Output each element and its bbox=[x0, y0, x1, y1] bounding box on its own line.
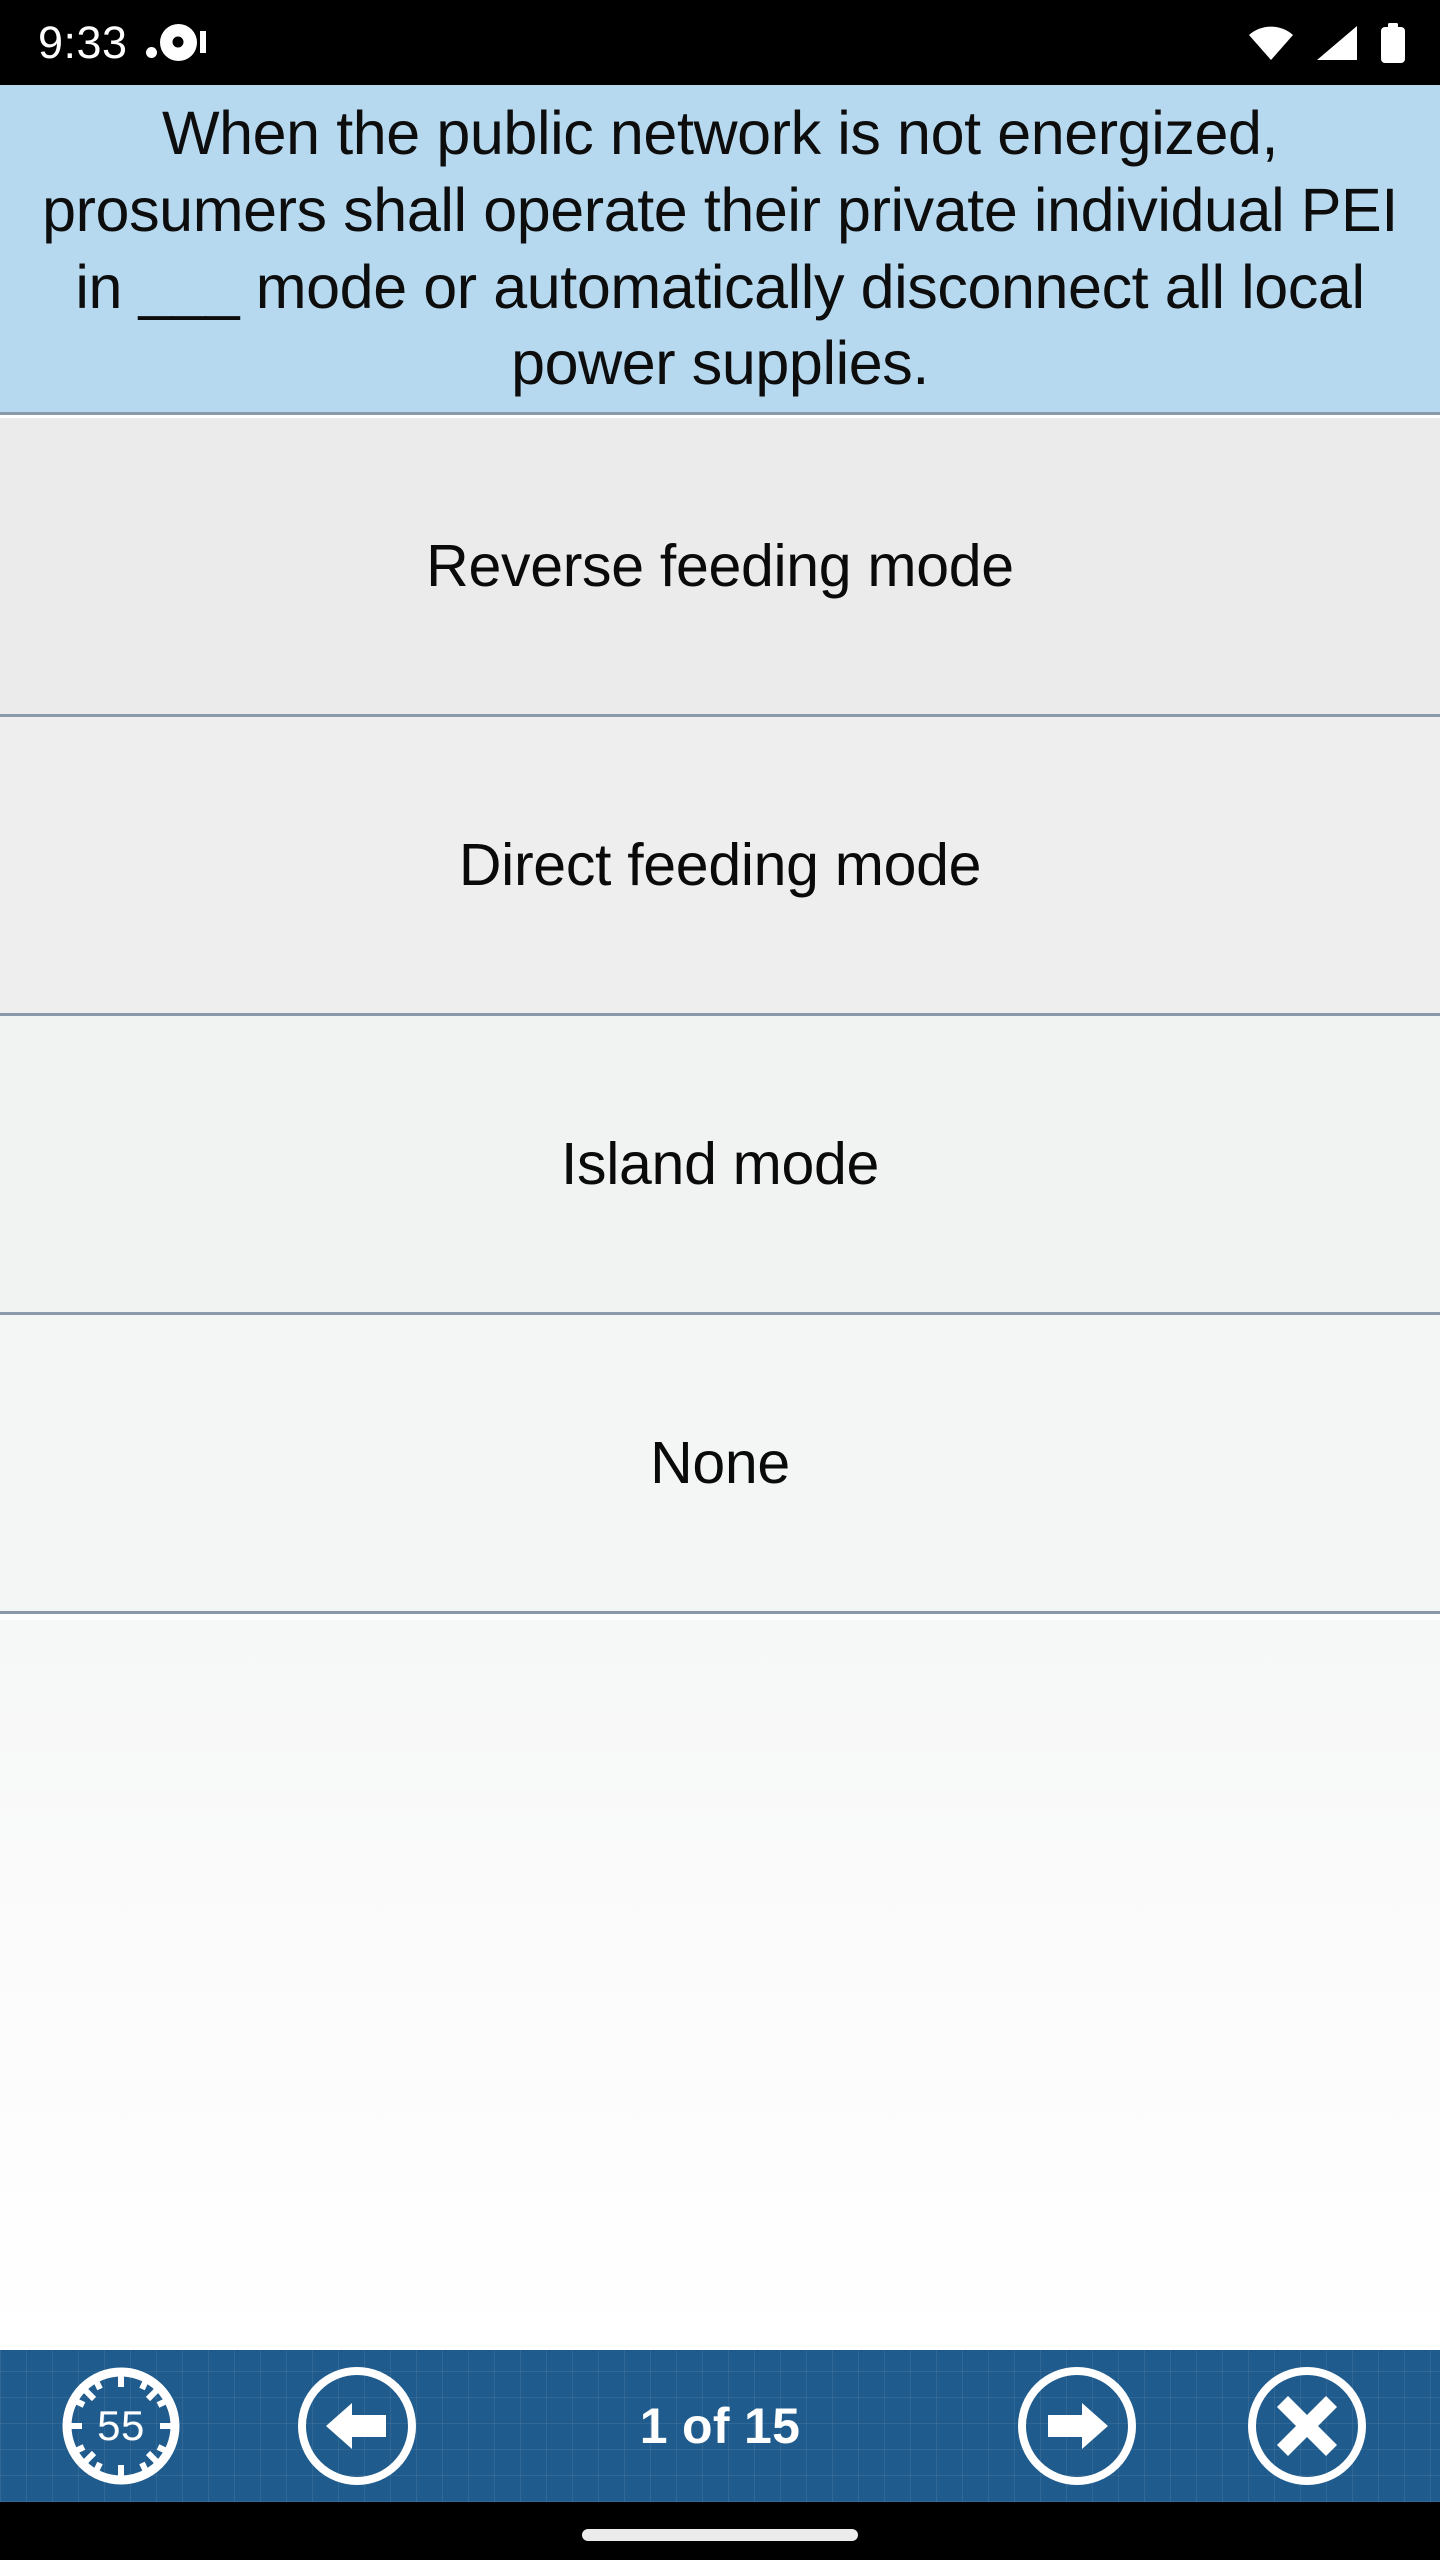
answer-options-list: Reverse feeding mode Direct feeding mode… bbox=[0, 418, 1440, 1614]
cellular-signal-icon bbox=[1316, 25, 1358, 60]
close-x-icon bbox=[1248, 2367, 1366, 2485]
status-bar-right bbox=[1248, 22, 1406, 63]
status-bar-left: 9:33 bbox=[38, 20, 206, 65]
timer-button[interactable]: 55 bbox=[56, 2361, 186, 2491]
answer-option-label: None bbox=[650, 1430, 790, 1496]
previous-arrow-icon bbox=[298, 2367, 416, 2485]
wifi-icon bbox=[1248, 26, 1294, 60]
clock-time: 9:33 bbox=[38, 17, 128, 68]
previous-question-button[interactable] bbox=[294, 2363, 420, 2489]
phone-screen: 9:33 When the public network is not ener… bbox=[0, 0, 1440, 2560]
answer-option-label: Reverse feeding mode bbox=[426, 533, 1014, 599]
answer-option-1[interactable]: Reverse feeding mode bbox=[0, 418, 1440, 717]
question-banner: When the public network is not energized… bbox=[0, 85, 1440, 415]
dot-icon bbox=[145, 46, 157, 58]
answer-option-3[interactable]: Island mode bbox=[0, 1016, 1440, 1315]
status-bar: 9:33 bbox=[0, 0, 1440, 85]
battery-full-icon bbox=[1380, 22, 1406, 63]
exclamation-icon bbox=[199, 30, 206, 53]
timer-value: 55 bbox=[97, 2402, 145, 2449]
empty-content-area bbox=[0, 1620, 1440, 2350]
question-counter-text: 1 of 15 bbox=[639, 2398, 801, 2454]
answer-option-label: Island mode bbox=[560, 1131, 880, 1197]
next-arrow-icon bbox=[1018, 2367, 1136, 2485]
record-circle-icon bbox=[159, 23, 197, 61]
answer-option-2[interactable]: Direct feeding mode bbox=[0, 717, 1440, 1016]
question-counter: 1 of 15 bbox=[500, 2397, 940, 2455]
next-question-button[interactable] bbox=[1014, 2363, 1140, 2489]
answer-option-label: Direct feeding mode bbox=[458, 832, 982, 898]
home-gesture-pill[interactable] bbox=[582, 2529, 858, 2541]
gesture-navigation-bar bbox=[0, 2502, 1440, 2560]
question-text: When the public network is not energized… bbox=[42, 98, 1398, 398]
close-quiz-button[interactable] bbox=[1244, 2363, 1370, 2489]
answer-option-4[interactable]: None bbox=[0, 1315, 1440, 1614]
notification-icons bbox=[145, 21, 206, 65]
bottom-toolbar: 55 1 of 15 bbox=[0, 2350, 1440, 2502]
